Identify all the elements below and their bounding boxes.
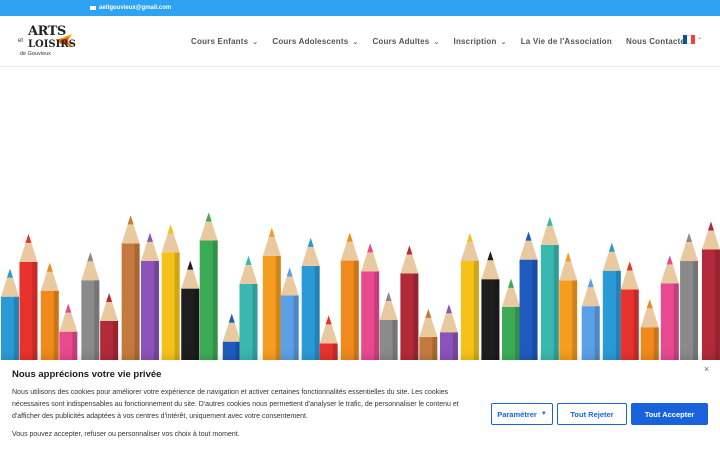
nav-item-cours-enfants[interactable]: Cours Enfants ⌄	[191, 37, 258, 46]
pencil	[301, 237, 320, 360]
pencil	[660, 255, 679, 360]
pencil	[340, 232, 359, 360]
pencil	[519, 231, 538, 360]
accept-all-button[interactable]: Tout Accepter	[631, 403, 708, 425]
pencil	[701, 221, 720, 360]
pencil	[581, 278, 600, 360]
close-icon[interactable]: ×	[704, 364, 709, 374]
pencil	[319, 315, 338, 360]
pencil	[222, 313, 241, 360]
cookie-settings-button[interactable]: Paramétrer ▼	[491, 403, 553, 425]
pencil	[140, 232, 159, 360]
cookie-settings-label: Paramétrer	[497, 409, 537, 419]
nav-item-vie-association[interactable]: La Vie de l'Association	[521, 37, 612, 46]
pencil	[239, 255, 258, 360]
chevron-down-icon: ⌄	[500, 38, 507, 46]
reject-all-button[interactable]: Tout Rejeter	[557, 403, 627, 425]
pencil	[199, 212, 218, 360]
nav-label: Inscription	[453, 37, 497, 46]
nav-item-cours-adolescents[interactable]: Cours Adolescents ⌄	[272, 37, 358, 46]
main-nav: Cours Enfants ⌄ Cours Adolescents ⌄ Cours …	[191, 37, 702, 46]
pencil	[620, 261, 639, 360]
pencil	[481, 251, 500, 360]
pencil	[40, 262, 59, 360]
logo-text-loisirs: LOISIRS	[28, 39, 76, 50]
pencil	[181, 260, 200, 360]
pencil	[161, 224, 180, 360]
top-bar: aetlgouvieux@gmail.com	[0, 0, 720, 16]
pencil	[460, 232, 479, 360]
cookie-description-secondary: Vous pouvez accepter, refuser ou personn…	[12, 431, 240, 438]
nav-label: La Vie de l'Association	[520, 37, 612, 46]
logo-text-gouvieux: de Gouvieux	[20, 51, 51, 57]
language-chevron-icon[interactable]: ⌄	[697, 34, 702, 41]
cookie-consent-banner: Nous apprécions votre vie privée × Nous …	[0, 360, 720, 450]
pencil	[19, 233, 38, 360]
nav-item-inscription[interactable]: Inscription ⌄	[454, 37, 507, 46]
pencil	[640, 299, 659, 360]
pencil	[262, 227, 281, 360]
nav-item-nous-contacter[interactable]: Nous Contacter	[626, 37, 688, 46]
logo-text-et: et	[18, 38, 24, 44]
chevron-down-icon: ⌄	[252, 38, 259, 46]
pencil	[379, 292, 398, 360]
site-header: ARTS et LOISIRS de Gouvieux Cours Enfant…	[0, 16, 720, 67]
pencil	[400, 245, 419, 360]
pencil	[0, 268, 19, 360]
pencil	[419, 308, 438, 360]
pencil	[361, 243, 380, 360]
chevron-down-icon: ⌄	[433, 38, 440, 46]
hero-banner	[0, 67, 720, 360]
pencil	[540, 216, 559, 360]
cookie-description: Nous utilisons des cookies pour améliore…	[12, 389, 459, 420]
mail-icon	[90, 6, 96, 10]
french-flag-icon[interactable]	[683, 35, 695, 44]
logo-text-arts: ARTS	[28, 24, 66, 39]
pencil	[502, 278, 521, 360]
nav-label: Nous Contacter	[625, 37, 689, 46]
site-logo[interactable]: ARTS et LOISIRS de Gouvieux	[16, 24, 76, 60]
pencil	[680, 233, 699, 360]
pencil	[559, 252, 578, 360]
nav-label: Cours Enfants	[191, 37, 249, 46]
colored-pencils-image	[0, 212, 720, 360]
pencil	[602, 242, 621, 360]
pencil	[439, 304, 458, 360]
caret-down-icon: ▼	[540, 411, 547, 417]
cookie-title: Nous apprécions votre vie privée	[12, 369, 162, 380]
pencil	[121, 215, 140, 360]
topbar-email[interactable]: aetlgouvieux@gmail.com	[99, 5, 171, 11]
pencil	[280, 267, 299, 360]
nav-label: Cours Adultes	[372, 37, 430, 46]
chevron-down-icon: ⌄	[352, 38, 359, 46]
pencil	[100, 292, 119, 360]
nav-item-cours-adultes[interactable]: Cours Adultes ⌄	[372, 37, 439, 46]
pencil	[81, 252, 100, 360]
pencil	[59, 303, 78, 360]
nav-label: Cours Adolescents	[272, 37, 349, 46]
